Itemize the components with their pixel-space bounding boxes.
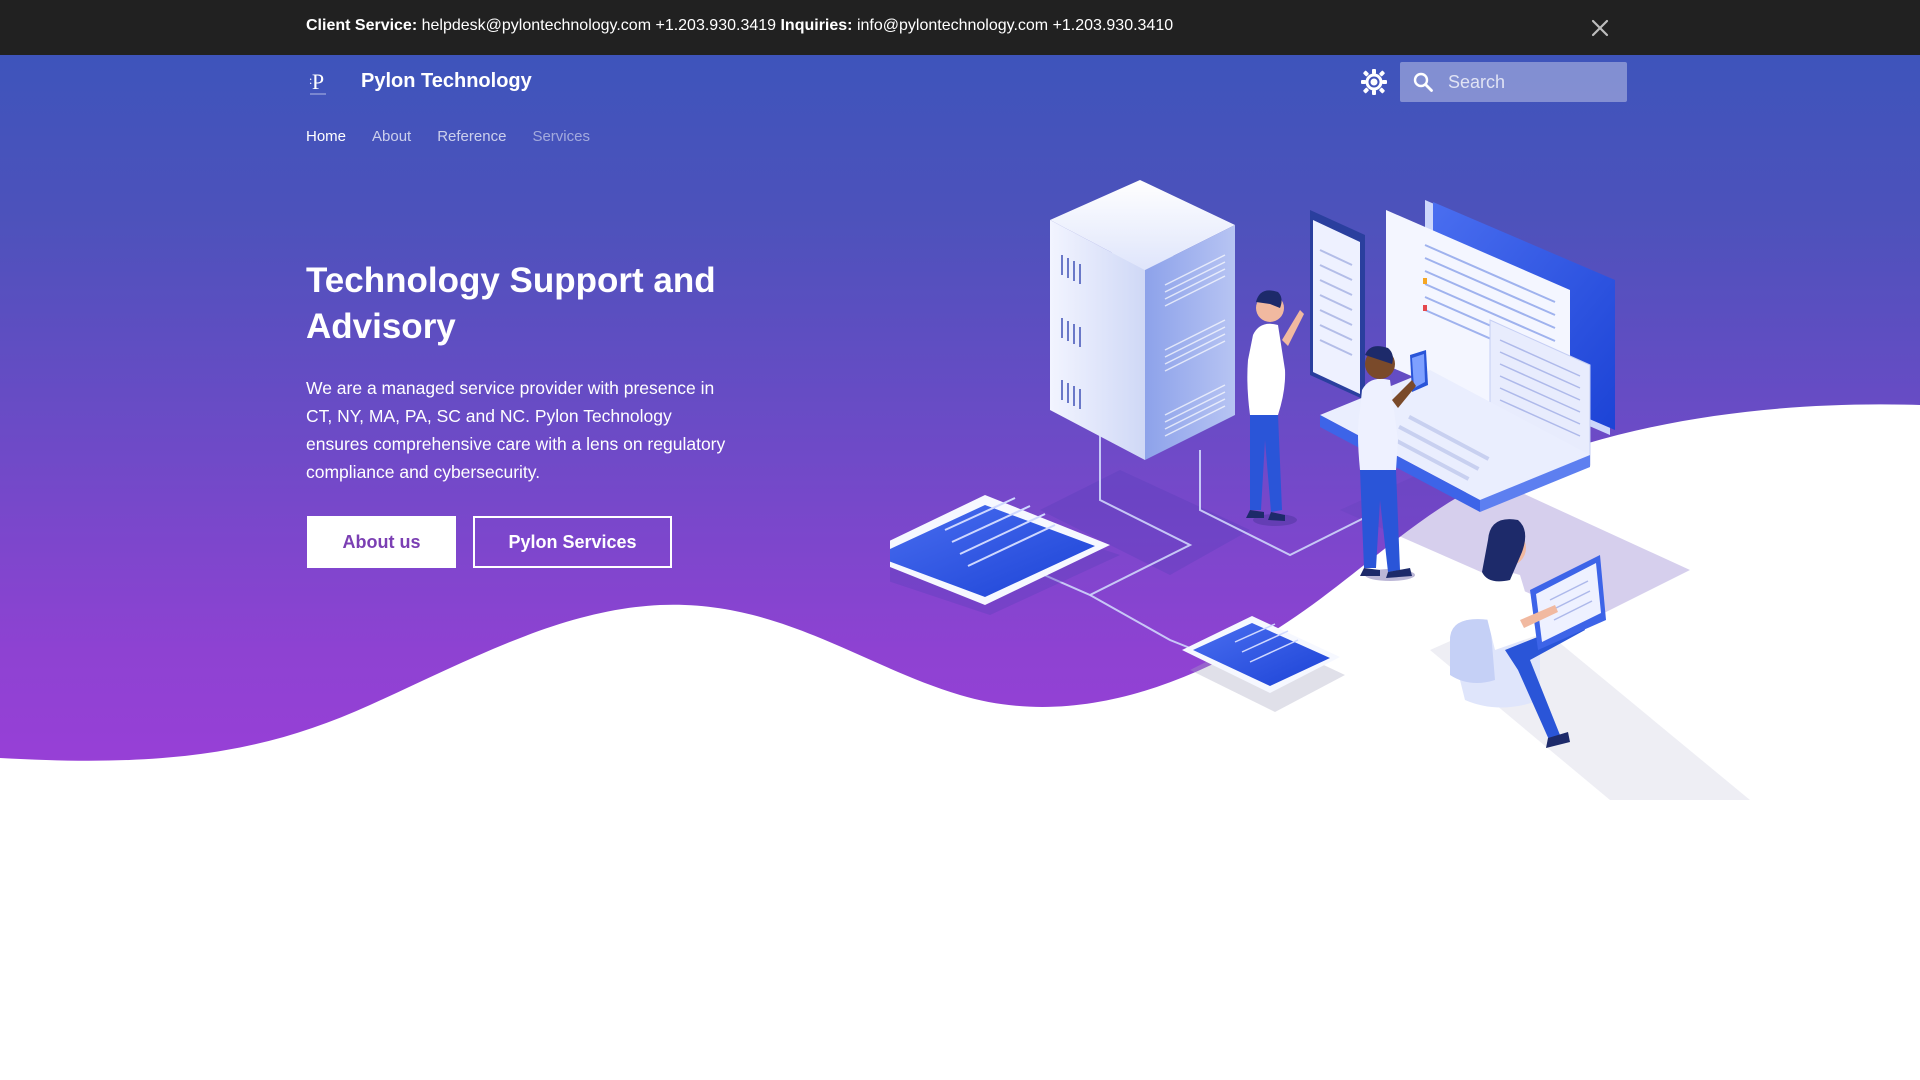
person-standing: [1246, 290, 1304, 526]
inquiries-contact[interactable]: info@pylontechnology.com +1.203.930.3410: [857, 17, 1173, 34]
client-service-label: Client Service:: [306, 17, 418, 34]
search-icon: [1413, 72, 1433, 92]
hero-description: We are a managed service provider with p…: [306, 378, 726, 482]
close-icon[interactable]: [1589, 17, 1611, 39]
sun-icon[interactable]: [1360, 68, 1388, 96]
about-us-button[interactable]: About us: [307, 516, 456, 568]
display-panel: [1310, 210, 1365, 400]
nav-about[interactable]: About: [372, 128, 411, 145]
client-service-contact[interactable]: helpdesk@pylontechnology.com +1.203.930.…: [422, 17, 776, 34]
brand-name[interactable]: Pylon Technology: [361, 70, 532, 93]
announcement-bar: Client Service: helpdesk@pylontechnology…: [0, 0, 1920, 55]
nav-services[interactable]: Services: [532, 128, 590, 145]
server-rack: [1050, 180, 1235, 460]
hero-title: Technology Support and Advisory: [306, 261, 716, 346]
search-input[interactable]: [1448, 62, 1618, 102]
pylon-services-button[interactable]: Pylon Services: [473, 516, 672, 568]
inquiries-label: Inquiries:: [780, 17, 853, 34]
nav-reference[interactable]: Reference: [437, 128, 506, 145]
pylon-logo[interactable]: P :: [306, 70, 330, 96]
search-box[interactable]: [1400, 62, 1627, 102]
announcement-text: Client Service: helpdesk@pylontechnology…: [306, 17, 1173, 35]
svg-text:P: P: [312, 70, 324, 94]
tablet-center: [1182, 616, 1345, 712]
svg-text::: :: [309, 73, 312, 87]
nav-home[interactable]: Home: [306, 128, 346, 145]
hero-illustration: [890, 180, 1750, 800]
main-nav: Home About Reference Services: [306, 128, 616, 145]
